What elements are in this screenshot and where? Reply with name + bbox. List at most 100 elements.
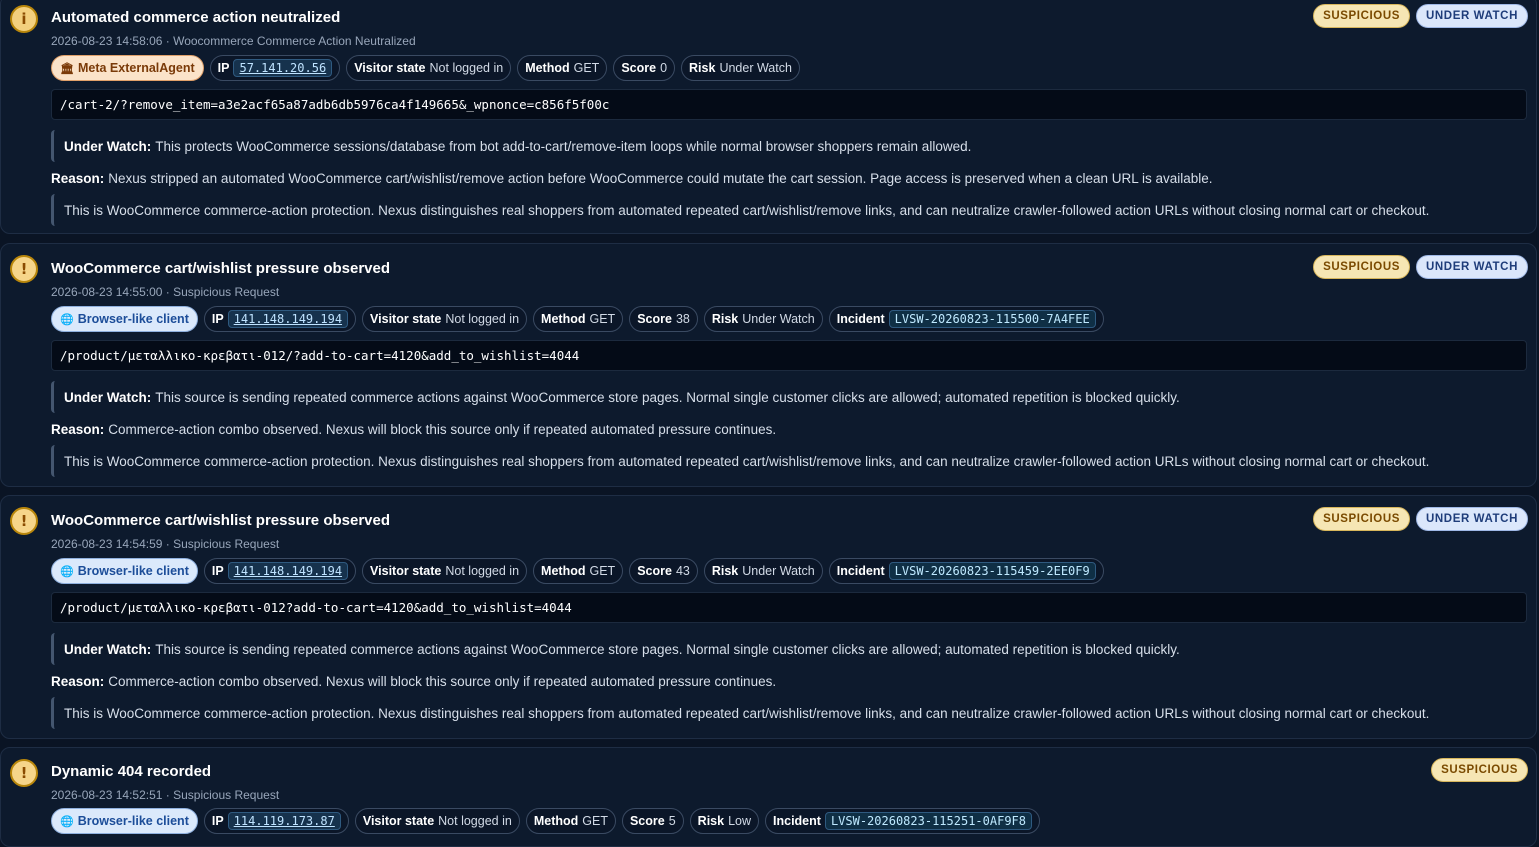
watch-note-label: Under Watch: — [64, 641, 152, 657]
visitor-state-value: Not logged in — [429, 61, 504, 75]
watch-note: Under Watch: This source is sending repe… — [51, 633, 1527, 665]
score-value: 38 — [675, 312, 690, 326]
risk-value: Under Watch — [719, 61, 792, 75]
score-chip: Score 43 — [629, 558, 698, 584]
source-label: Browser-like client — [77, 312, 189, 326]
visitor-state-label: Visitor state — [354, 61, 426, 75]
risk-chip: Risk Under Watch — [703, 306, 823, 332]
source-chip[interactable]: 🌐 Browser-like client — [51, 306, 198, 332]
event-card: ! WooCommerce cart/wishlist pressure obs… — [0, 243, 1537, 487]
watch-note-label: Under Watch: — [64, 389, 152, 405]
status-badges: SUSPICIOUS UNDER WATCH — [1313, 4, 1528, 28]
score-value: 5 — [668, 814, 676, 828]
method-value: GET — [589, 564, 616, 578]
ip-label: IP — [211, 312, 224, 326]
reason-line: Reason: Commerce-action combo observed. N… — [51, 674, 776, 689]
visitor-state-label: Visitor state — [370, 564, 442, 578]
incident-id[interactable]: LVSW-20260823-115251-0AF9F8 — [824, 812, 1033, 830]
visitor-state-value: Not logged in — [445, 312, 520, 326]
reason-label: Reason: — [51, 422, 105, 437]
visitor-state-label: Visitor state — [362, 814, 435, 828]
under-watch-badge: UNDER WATCH — [1416, 255, 1528, 279]
info-icon: i — [10, 5, 38, 33]
method-label: Method — [525, 61, 570, 75]
incident-id[interactable]: LVSW-20260823-115500-7A4FEE — [888, 310, 1096, 328]
source-chip[interactable]: 🌐 Browser-like client — [51, 558, 198, 584]
ip-link[interactable]: 114.119.173.87 — [227, 812, 341, 830]
method-label: Method — [541, 564, 586, 578]
reason-label: Reason: — [51, 674, 105, 689]
suspicious-badge: SUSPICIOUS — [1313, 4, 1410, 28]
visitor-state-chip: Visitor state Not logged in — [354, 808, 520, 834]
risk-label: Risk — [697, 814, 725, 828]
protection-note-text: This is WooCommerce commerce-action prot… — [64, 705, 1430, 721]
incident-id[interactable]: LVSW-20260823-115459-2EE0F9 — [888, 562, 1096, 580]
method-chip: Method GET — [533, 306, 624, 332]
event-card: ! Dynamic 404 recorded 2026-08-23 14:52:… — [0, 747, 1537, 847]
method-value: GET — [589, 312, 616, 326]
incident-label: Incident — [773, 814, 821, 828]
risk-label: Risk — [689, 61, 716, 75]
reason-text: Commerce-action combo observed. Nexus wi… — [108, 422, 777, 437]
under-watch-badge: UNDER WATCH — [1416, 4, 1528, 28]
incident-chip: Incident LVSW-20260823-115500-7A4FEE — [828, 306, 1104, 332]
warning-icon: ! — [10, 759, 38, 787]
watch-note-text: This source is sending repeated commerce… — [155, 389, 1180, 405]
status-badges: SUSPICIOUS UNDER WATCH — [1313, 255, 1528, 279]
risk-value: Low — [728, 814, 752, 828]
event-title: WooCommerce cart/wishlist pressure obser… — [51, 260, 391, 277]
source-chip[interactable]: 🏛 Meta ExternalAgent — [51, 55, 204, 81]
under-watch-badge: UNDER WATCH — [1416, 507, 1528, 531]
ip-label: IP — [211, 814, 224, 828]
globe-icon: 🌐 — [60, 814, 74, 828]
warning-icon: ! — [10, 255, 38, 283]
ip-link[interactable]: 57.141.20.56 — [233, 59, 333, 77]
event-card: ! WooCommerce cart/wishlist pressure obs… — [0, 495, 1537, 739]
reason-line: Reason: Nexus stripped an automated WooCo… — [51, 171, 1213, 186]
suspicious-badge: SUSPICIOUS — [1313, 507, 1410, 531]
source-label: Meta ExternalAgent — [77, 61, 195, 75]
score-chip: Score 0 — [613, 55, 676, 81]
score-value: 0 — [660, 61, 668, 75]
ip-label: IP — [211, 564, 224, 578]
request-path: /product/μεταλλικο-κρεβατι-012/?add-to-c… — [51, 340, 1527, 371]
visitor-state-chip: Visitor state Not logged in — [362, 306, 528, 332]
score-label: Score — [637, 564, 672, 578]
reason-text: Commerce-action combo observed. Nexus wi… — [108, 674, 777, 689]
globe-icon: 🌐 — [60, 564, 74, 578]
method-value: GET — [582, 814, 608, 828]
ip-link[interactable]: 141.148.149.194 — [227, 562, 349, 580]
score-value: 43 — [675, 564, 690, 578]
visitor-state-chip: Visitor state Not logged in — [362, 558, 528, 584]
ip-chip: IP 141.148.149.194 — [203, 306, 357, 332]
watch-note-text: This protects WooCommerce sessions/datab… — [155, 138, 972, 154]
ip-chip: IP 57.141.20.56 — [209, 55, 341, 81]
suspicious-badge: SUSPICIOUS — [1431, 758, 1528, 782]
score-label: Score — [629, 814, 665, 828]
score-chip: Score 5 — [621, 808, 684, 834]
reason-label: Reason: — [51, 171, 105, 186]
source-label: Browser-like client — [77, 814, 189, 828]
event-card: i Automated commerce action neutralized … — [0, 0, 1537, 234]
protection-note-text: This is WooCommerce commerce-action prot… — [64, 453, 1430, 469]
visitor-state-value: Not logged in — [445, 564, 520, 578]
risk-value: Under Watch — [742, 312, 815, 326]
source-chip[interactable]: 🌐 Browser-like client — [51, 808, 198, 834]
event-meta: 2026-08-23 14:52:51 · Suspicious Request — [51, 788, 280, 802]
event-chips: 🌐 Browser-like client IP 141.148.149.194… — [51, 306, 1104, 332]
event-chips: 🏛 Meta ExternalAgent IP 57.141.20.56 Vis… — [51, 55, 800, 81]
risk-label: Risk — [711, 564, 739, 578]
ip-link[interactable]: 141.148.149.194 — [227, 310, 349, 328]
suspicious-badge: SUSPICIOUS — [1313, 255, 1410, 279]
watch-note: Under Watch: This protects WooCommerce s… — [51, 130, 1527, 162]
visitor-state-chip: Visitor state Not logged in — [346, 55, 512, 81]
method-chip: Method GET — [517, 55, 608, 81]
event-meta: 2026-08-23 14:58:06 · Woocommerce Commer… — [51, 34, 416, 48]
incident-chip: Incident LVSW-20260823-115459-2EE0F9 — [828, 558, 1104, 584]
event-title: WooCommerce cart/wishlist pressure obser… — [51, 512, 391, 529]
watch-note-text: This source is sending repeated commerce… — [155, 641, 1180, 657]
status-badges: SUSPICIOUS — [1431, 758, 1528, 782]
risk-chip: Risk Under Watch — [681, 55, 800, 81]
method-value: GET — [573, 61, 600, 75]
incident-label: Incident — [836, 564, 885, 578]
